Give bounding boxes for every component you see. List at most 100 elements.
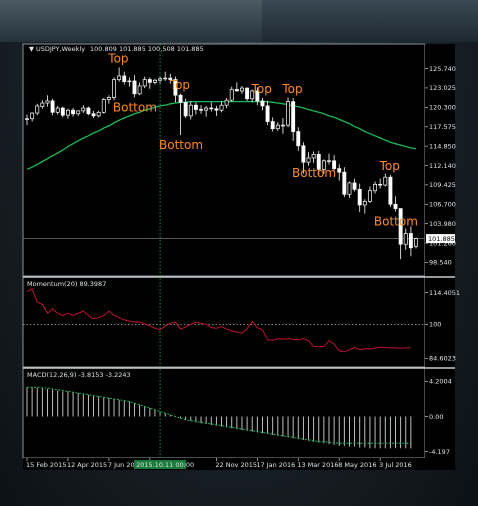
pattern-label-bottom: Bottom xyxy=(159,138,203,152)
candle-body xyxy=(280,124,285,127)
candle-body xyxy=(367,190,372,202)
momentum-panel-title: Momentum(20) 89.3987 xyxy=(27,280,106,288)
candle-body xyxy=(229,89,234,101)
candle-body xyxy=(137,85,142,95)
pattern-label-top: Top xyxy=(281,82,302,96)
candle-body xyxy=(112,79,116,98)
candle-body xyxy=(65,109,70,116)
momentum-tick-label: 100 xyxy=(429,321,441,329)
candle-body xyxy=(362,201,367,206)
candle-body xyxy=(81,107,86,112)
candle-body xyxy=(301,145,306,163)
candle-body xyxy=(35,105,40,114)
candle-12 xyxy=(86,106,91,116)
candle-body xyxy=(71,109,76,115)
momentum-panel-bg xyxy=(22,276,426,368)
pattern-label-top: Top xyxy=(379,159,400,173)
candle-body xyxy=(40,102,45,107)
candle-body xyxy=(378,183,383,186)
candle-body xyxy=(50,100,55,113)
macd-panel-title: MACD(12,26,9) -3.8153 -3.2243 xyxy=(27,371,131,379)
candle-body xyxy=(45,100,50,104)
candle-body xyxy=(388,176,393,205)
candle-body xyxy=(101,99,106,113)
candle-body xyxy=(60,107,65,116)
candle-body xyxy=(260,100,265,107)
candle-body xyxy=(55,107,60,113)
candle-body xyxy=(352,182,357,190)
candle-body xyxy=(153,79,157,83)
candle-43 xyxy=(245,87,250,101)
candle-body xyxy=(142,79,147,87)
time-tick-label: 15 Feb 2015 xyxy=(26,461,66,469)
candle-body xyxy=(414,238,418,247)
candle-body xyxy=(91,113,96,117)
candle-body xyxy=(30,112,35,120)
time-tick-label: 3 Jul 2016 xyxy=(379,461,412,469)
candle-body xyxy=(357,188,362,206)
price-tick-label: 117.575 xyxy=(429,123,456,131)
crosshair-time-label: 2015.10.11 00:00 xyxy=(136,461,194,469)
price-panel-title-arrow: ▼ xyxy=(29,45,34,53)
candle-51 xyxy=(286,97,290,128)
candle-body xyxy=(234,89,239,92)
candle-body xyxy=(147,79,152,83)
price-tick-label: 106.700 xyxy=(429,201,456,209)
price-tick-label: 120.300 xyxy=(429,104,456,112)
candle-body xyxy=(132,80,137,95)
candle-body xyxy=(245,87,250,100)
candle-body xyxy=(76,110,81,115)
time-tick-label: 13 Mar 2016 xyxy=(297,461,338,469)
candle-body xyxy=(106,96,111,100)
candle-body xyxy=(127,80,132,83)
candle-body xyxy=(373,183,378,192)
time-tick-label: 12 Apr 2015 xyxy=(67,461,107,469)
candle-body xyxy=(122,75,127,83)
momentum-tick-label: 84.6023 xyxy=(429,355,456,363)
candle-15 xyxy=(101,98,106,114)
candle-body xyxy=(224,99,229,106)
time-tick-label: 17 Jan 2016 xyxy=(256,461,295,469)
candle-body xyxy=(286,101,290,126)
pattern-label-top: Top xyxy=(169,78,190,92)
price-panel-title: USDJPY,Weekly xyxy=(36,45,85,53)
macd-tick-label: 4.2004 xyxy=(429,378,452,386)
candle-17 xyxy=(112,77,116,101)
candle-body xyxy=(96,111,101,117)
price-tick-label: 109.425 xyxy=(429,181,456,189)
price-panel-bg xyxy=(22,43,426,277)
candle-body xyxy=(306,157,311,163)
candle-body xyxy=(270,121,275,130)
candle-body xyxy=(393,203,398,209)
price-tick-label: 125.740 xyxy=(429,65,456,73)
candle-body xyxy=(347,182,352,195)
candle-body xyxy=(275,124,280,130)
candle-body xyxy=(86,107,91,115)
pattern-label-bottom: Bottom xyxy=(374,214,418,228)
candle-body xyxy=(204,107,209,111)
price-tick-label: 103.980 xyxy=(429,220,456,228)
pattern-label-bottom: Bottom xyxy=(292,166,336,180)
candle-body xyxy=(265,105,270,122)
candle-body xyxy=(183,101,188,117)
candle-body xyxy=(163,77,168,80)
candle-body xyxy=(342,171,347,195)
candle-body xyxy=(178,94,183,103)
chart-canvas[interactable]: ▼ USDJPY,Weekly 100.809 101.885 100.508 … xyxy=(0,0,478,506)
candle-body xyxy=(337,168,342,173)
macd-tick-label: -4.197 xyxy=(429,448,450,456)
price-panel-ohlc: 100.809 101.885 100.508 101.885 xyxy=(90,45,204,53)
price-tick-label: 123.025 xyxy=(429,84,456,92)
candle-body xyxy=(25,118,29,120)
time-tick-label: 8 May 2016 xyxy=(338,461,376,469)
momentum-tick-label: 114.4051 xyxy=(429,289,460,297)
candle-body xyxy=(219,104,224,111)
candle-body xyxy=(327,160,331,162)
candle-body xyxy=(383,176,388,186)
candle-body xyxy=(311,154,316,159)
macd-tick-label: 0.00 xyxy=(429,413,443,421)
candle-body xyxy=(214,108,219,111)
pattern-label-top: Top xyxy=(251,82,272,96)
time-tick-label: 22 Nov 2015 xyxy=(215,461,257,469)
price-tick-label: 112.140 xyxy=(429,162,456,170)
